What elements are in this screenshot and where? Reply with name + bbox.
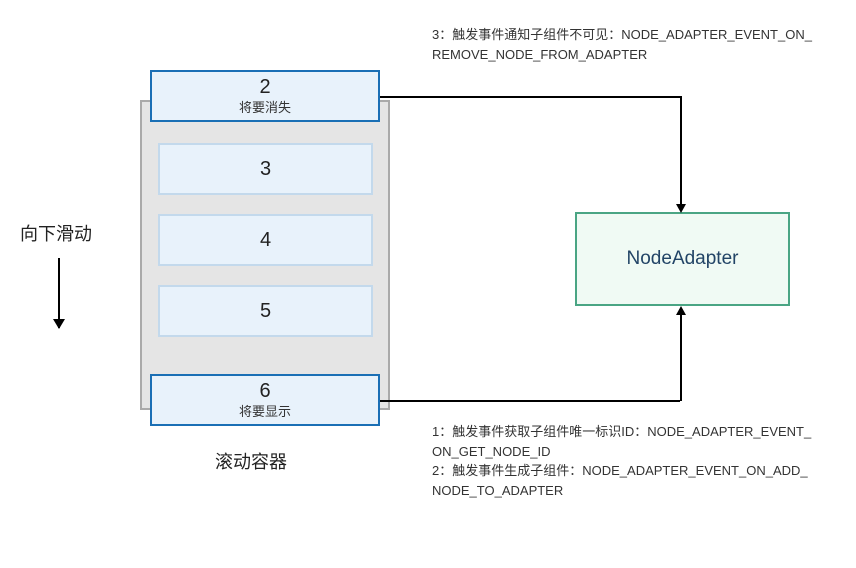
item-sublabel: 将要显示 xyxy=(239,401,291,420)
item-number: 5 xyxy=(260,300,271,323)
scroll-direction-label: 向下滑动 xyxy=(20,220,92,246)
item-number: 6 xyxy=(259,380,270,403)
connector-bottom-v xyxy=(680,314,682,401)
connector-top-h xyxy=(380,96,680,98)
list-item-3: 3 xyxy=(158,143,373,195)
list-item-2: 2 将要消失 xyxy=(150,70,380,122)
arrow-into-adapter-top-icon xyxy=(676,204,686,213)
node-adapter-label: NodeAdapter xyxy=(627,248,739,270)
list-item-4: 4 xyxy=(158,214,373,266)
annotation-add-events: 1：触发事件获取子组件唯一标识ID：NODE_ADAPTER_EVENT_ON_… xyxy=(432,422,812,500)
item-sublabel: 将要消失 xyxy=(239,97,291,116)
annotation-remove-event: 3：触发事件通知子组件不可见：NODE_ADAPTER_EVENT_ON_REM… xyxy=(432,25,812,64)
item-number: 2 xyxy=(259,76,270,99)
list-item-6: 6 将要显示 xyxy=(150,374,380,426)
connector-bottom-h xyxy=(380,400,680,402)
arrow-down-icon xyxy=(58,258,60,328)
list-item-5: 5 xyxy=(158,285,373,337)
diagram-root: 向下滑动 2 将要消失 3 4 5 6 将要显示 滚动容器 NodeAdapte… xyxy=(0,0,856,568)
arrow-into-adapter-bottom-icon xyxy=(676,306,686,315)
scroll-container-label: 滚动容器 xyxy=(215,448,287,474)
item-number: 3 xyxy=(260,158,271,181)
item-number: 4 xyxy=(260,229,271,252)
connector-top-v xyxy=(680,96,682,206)
node-adapter-box: NodeAdapter xyxy=(575,212,790,306)
